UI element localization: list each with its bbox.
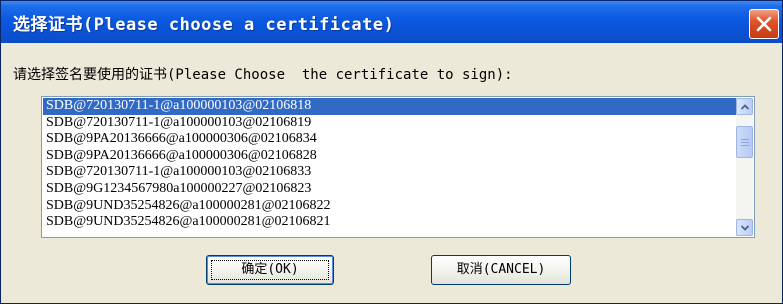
- cancel-button[interactable]: 取消(CANCEL): [431, 255, 571, 285]
- cancel-button-label: 取消(CANCEL): [456, 262, 546, 277]
- chevron-up-icon: [741, 104, 749, 110]
- scroll-thumb[interactable]: [736, 126, 753, 158]
- thumb-grip: [741, 142, 749, 143]
- certificate-list: SDB@720130711-1@a100000103@02106818 SDB@7…: [43, 98, 736, 231]
- certificate-list-item[interactable]: SDB@720130711-1@a100000103@02106819: [43, 115, 736, 132]
- ok-button[interactable]: 确定(OK): [206, 255, 334, 285]
- scroll-down-button[interactable]: [736, 219, 753, 236]
- title-bar[interactable]: 选择证书(Please choose a certificate): [1, 1, 782, 43]
- thumb-grip: [741, 139, 749, 140]
- certificate-list-item[interactable]: SDB@9PA20136666@a100000306@02106834: [43, 131, 736, 148]
- certificate-list-item[interactable]: SDB@9G1234567980a100000227@02106823: [43, 181, 736, 198]
- certificate-dialog: 选择证书(Please choose a certificate) 请选择签名要…: [0, 0, 783, 304]
- certificate-list-item[interactable]: SDB@720130711-1@a100000103@02106818: [43, 98, 736, 115]
- certificate-list-item[interactable]: SDB@720130711-1@a100000103@02106833: [43, 164, 736, 181]
- certificate-list-item[interactable]: SDB@9PA20136666@a100000306@02106828: [43, 148, 736, 165]
- thumb-grip: [741, 145, 749, 146]
- close-icon: [756, 16, 772, 32]
- certificate-list-item[interactable]: SDB@9UND35254826@a100000281@02106822: [43, 198, 736, 215]
- scroll-up-button[interactable]: [736, 98, 753, 115]
- prompt-label: 请选择签名要使用的证书(Please Choose the certificat…: [13, 67, 513, 83]
- certificate-list-item[interactable]: SDB@9UND35254826@a100000281@02106821: [43, 214, 736, 231]
- window-title: 选择证书(Please choose a certificate): [13, 15, 395, 35]
- focus-rectangle: [211, 260, 329, 280]
- chevron-down-icon: [741, 225, 749, 231]
- close-button[interactable]: [749, 9, 779, 39]
- certificate-listbox[interactable]: SDB@720130711-1@a100000103@02106818 SDB@7…: [41, 96, 755, 238]
- vertical-scrollbar[interactable]: [736, 98, 753, 236]
